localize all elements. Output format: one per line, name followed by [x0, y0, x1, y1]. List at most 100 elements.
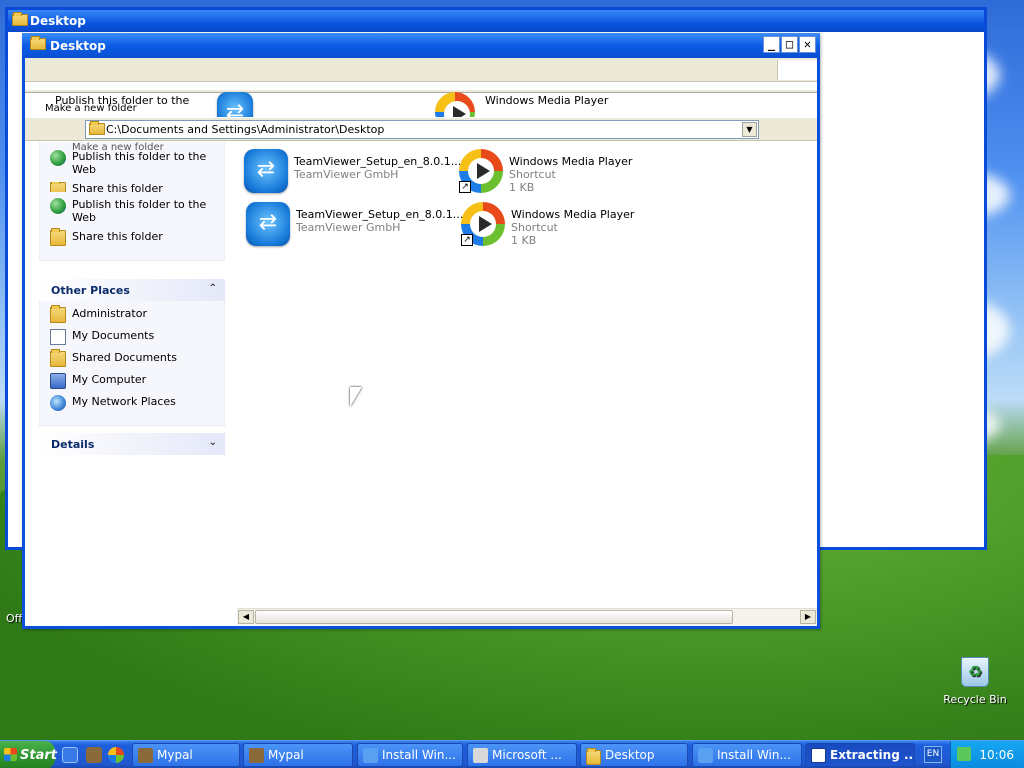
system-tray: 10:06 [950, 741, 1024, 768]
taskbar-button-install[interactable]: Install Win... [692, 743, 802, 767]
place-my-computer[interactable]: My Computer [50, 373, 218, 389]
recycle-bin-label: Recycle Bin [943, 693, 1007, 706]
task-share-folder[interactable]: Share this folder [50, 182, 218, 192]
mouse-cursor-icon [350, 387, 362, 407]
ghost-task-text: Make a new folder [72, 142, 164, 150]
file-folder-tasks: Make a new folder Publish this folder to… [39, 142, 225, 261]
close-button[interactable]: ✕ [799, 36, 816, 53]
place-administrator[interactable]: Administrator [50, 305, 218, 323]
details-header[interactable]: Details ⌄ [39, 433, 225, 455]
wmp-icon [435, 92, 475, 117]
window-icon [811, 748, 826, 763]
artifact-text: Windows Media Player [485, 94, 609, 107]
place-label: My Computer [72, 373, 147, 386]
other-places-header[interactable]: Other Places ⌃ [39, 279, 225, 301]
place-my-network-places[interactable]: My Network Places [50, 395, 218, 411]
taskbar-button-desktop[interactable]: Desktop [580, 743, 688, 767]
group-title: Other Places [51, 283, 130, 297]
shortcut-arrow-icon: ↗ [461, 234, 473, 246]
taskbar-button-mypal[interactable]: Mypal [243, 743, 353, 767]
folder-icon [586, 748, 601, 765]
teamviewer-icon [244, 149, 288, 193]
language-indicator[interactable]: EN [924, 746, 942, 763]
task-publish-web[interactable]: Publish this folder to the Web [50, 150, 218, 176]
tray-icon[interactable] [957, 747, 971, 761]
recycle-bin-icon [961, 657, 989, 687]
maximize-button[interactable]: □ [781, 36, 798, 53]
globe-icon [50, 198, 66, 214]
wmp-icon: ↗ [461, 202, 505, 246]
recycle-bin-desktop-icon[interactable]: Recycle Bin [940, 657, 1010, 706]
address-input[interactable]: C:\Documents and Settings\Administrator\… [85, 120, 759, 139]
taskbar-button-mypal[interactable]: Mypal [132, 743, 240, 767]
program-icon [473, 748, 488, 763]
file-name: TeamViewer_Setup_en_8.0.1... [294, 155, 462, 168]
place-label: Shared Documents [72, 351, 177, 364]
file-type: Shortcut [511, 221, 558, 234]
file-name: TeamViewer_Setup_en_8.0.1... [296, 208, 464, 221]
taskbar-button-extracting[interactable]: Extracting ... [805, 743, 915, 767]
taskbar-button-label: Mypal [157, 748, 193, 762]
mypal-quicklaunch-icon[interactable] [86, 747, 102, 763]
other-places-group: Other Places ⌃ Administrator My Document… [39, 279, 225, 426]
background-window-titlebar[interactable]: Desktop [8, 10, 984, 32]
task-publish-web[interactable]: Publish this folder to the Web [50, 198, 218, 224]
horizontal-scrollbar[interactable]: ◀ ▶ [237, 608, 817, 625]
start-button[interactable]: Start [0, 741, 57, 768]
taskbar-button-microsoft[interactable]: Microsoft ... [467, 743, 577, 767]
shortcut-arrow-icon: ↗ [459, 181, 471, 193]
file-publisher: TeamViewer GmbH [296, 221, 401, 234]
file-item[interactable]: TeamViewer_Setup_en_8.0.1... TeamViewer … [244, 149, 461, 193]
place-shared-documents[interactable]: Shared Documents [50, 349, 218, 367]
window-titlebar[interactable]: Desktop _ □ ✕ [22, 33, 820, 58]
mypal-icon [249, 748, 264, 763]
place-my-documents[interactable]: My Documents [50, 329, 218, 345]
share-folder-icon [50, 182, 66, 192]
folder-icon [89, 121, 105, 135]
taskbar-button-install[interactable]: Install Win... [357, 743, 463, 767]
file-item[interactable]: ↗ Windows Media Player Shortcut 1 KB [461, 202, 634, 247]
file-name: Windows Media Player [509, 155, 633, 168]
desktop-text: Off [6, 612, 23, 625]
taskbar: Start Mypal Mypal Install Win... Microso… [0, 740, 1024, 768]
clock[interactable]: 10:06 [979, 748, 1014, 762]
network-icon [50, 395, 66, 411]
task-share-folder[interactable]: Share this folder [50, 228, 218, 246]
windows-logo-icon [4, 748, 17, 761]
wmp-quicklaunch-icon[interactable] [108, 747, 124, 763]
menu-bar-tail [777, 60, 817, 80]
minimize-button[interactable]: _ [763, 36, 780, 53]
scroll-thumb[interactable] [255, 610, 733, 624]
start-label: Start [20, 747, 57, 763]
file-item[interactable]: ↗ Windows Media Player Shortcut 1 KB [459, 149, 632, 194]
expand-chevron-icon[interactable]: ⌄ [209, 437, 217, 448]
taskbar-button-label: Extracting ... [830, 748, 915, 762]
scroll-left-button[interactable]: ◀ [238, 610, 254, 624]
taskbar-button-label: Microsoft ... [492, 748, 562, 762]
folder-icon [50, 349, 66, 367]
taskbar-button-label: Mypal [268, 748, 304, 762]
place-label: Administrator [72, 307, 147, 320]
ie-icon [698, 748, 713, 763]
task-label: Share this folder [72, 182, 163, 192]
scroll-right-button[interactable]: ▶ [800, 610, 816, 624]
file-list: TeamViewer_Setup_en_8.0.1... TeamViewer … [237, 142, 817, 606]
background-window-title: Desktop [30, 14, 86, 28]
collapse-chevron-icon[interactable]: ⌃ [209, 283, 217, 294]
address-dropdown-button[interactable]: ▼ [742, 122, 757, 137]
explorer-window[interactable]: Desktop _ □ ✕ Publish this folder to the… [22, 33, 820, 629]
ie-icon [363, 748, 378, 763]
ie-quicklaunch-icon[interactable] [62, 747, 78, 763]
file-publisher: TeamViewer GmbH [294, 168, 399, 181]
task-pane: Make a new folder Publish this folder to… [25, 142, 237, 626]
address-value: C:\Documents and Settings\Administrator\… [106, 123, 385, 136]
artifact-text: Make a new folder [45, 103, 137, 114]
artifact-line [25, 90, 817, 93]
task-label: Publish this folder to the Web [72, 198, 207, 224]
task-label: Publish this folder to the Web [72, 150, 207, 176]
address-bar: C:\Documents and Settings\Administrator\… [25, 117, 817, 141]
task-label: Share this folder [72, 230, 163, 243]
folder-icon [30, 36, 46, 50]
file-item[interactable]: TeamViewer_Setup_en_8.0.1... TeamViewer … [246, 202, 463, 246]
taskbar-button-label: Install Win... [717, 748, 791, 762]
